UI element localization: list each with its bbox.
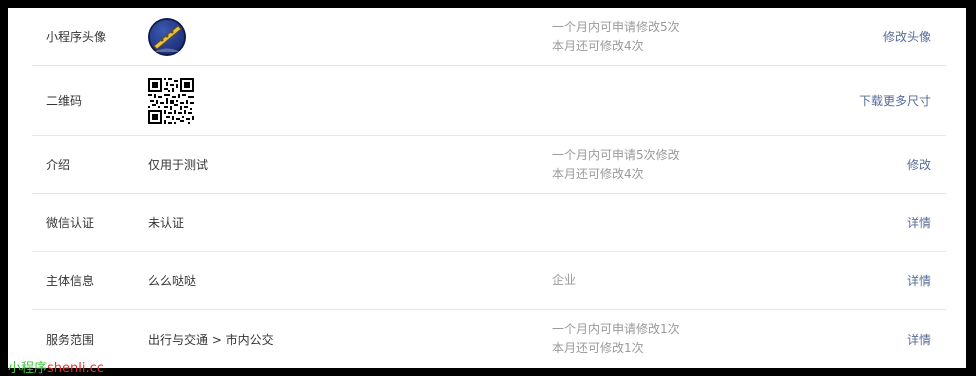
entity-type-text: 企业 [552,273,577,287]
qrcode-value [148,66,528,135]
edit-intro-link[interactable]: 修改 [907,136,931,193]
avatar-value [148,8,528,65]
service-scope-value: 出行与交通 > 市内公交 [148,332,274,347]
verification-label: 微信认证 [46,216,95,230]
qrcode-label: 二维码 [46,94,83,108]
service-scope-note: 一个月内可申请修改1次 本月还可修改1次 [552,310,792,368]
entity-label: 主体信息 [46,274,95,288]
service-scope-note-line-2: 本月还可修改1次 [552,341,644,355]
watermark-part-1: 小程序 [8,361,48,376]
intro-value: 仅用于测试 [148,158,209,172]
avatar-note-line-2: 本月还可修改4次 [552,38,644,53]
intro-note: 一个月内可申请5次修改 本月还可修改4次 [552,136,792,193]
service-scope-note-line-1: 一个月内可申请修改1次 [552,322,680,336]
service-scope-details-link[interactable]: 详情 [907,310,931,368]
qr-code-image [148,77,194,124]
intro-note-line-1: 一个月内可申请5次修改 [552,147,680,162]
avatar-label: 小程序头像 [46,30,107,44]
row-intro: 介绍 仅用于测试 一个月内可申请5次修改 本月还可修改4次 修改 [32,136,946,194]
row-qrcode: 二维码 下载更多尺寸 [32,66,946,136]
watermark-part-2: shenli.cc [47,361,104,376]
intro-note-line-2: 本月还可修改4次 [552,166,644,181]
entity-type: 企业 [552,252,792,309]
change-avatar-link[interactable]: 修改头像 [883,8,931,65]
download-sizes-link[interactable]: 下载更多尺寸 [859,66,931,135]
watermark: 小程序shenli.cc [8,361,104,376]
avatar [148,17,186,56]
settings-panel: 小程序头像 一个月内可申请修改5次 本月还可修改4次 修改头像 二维码 下载更多… [8,8,966,368]
entity-value: 么么哒哒 [148,274,197,288]
entity-details-link[interactable]: 详情 [907,252,931,309]
service-scope-label: 服务范围 [46,332,95,347]
row-avatar: 小程序头像 一个月内可申请修改5次 本月还可修改4次 修改头像 [32,8,946,66]
verification-value: 未认证 [148,216,185,230]
row-verification: 微信认证 未认证 详情 [32,194,946,252]
verification-details-link[interactable]: 详情 [907,194,931,251]
avatar-note-line-1: 一个月内可申请修改5次 [552,19,680,34]
avatar-note: 一个月内可申请修改5次 本月还可修改4次 [552,8,792,65]
row-entity: 主体信息 么么哒哒 企业 详情 [32,252,946,310]
intro-label: 介绍 [46,158,71,172]
row-service-scope: 服务范围 出行与交通 > 市内公交 一个月内可申请修改1次 本月还可修改1次 详… [32,310,946,368]
